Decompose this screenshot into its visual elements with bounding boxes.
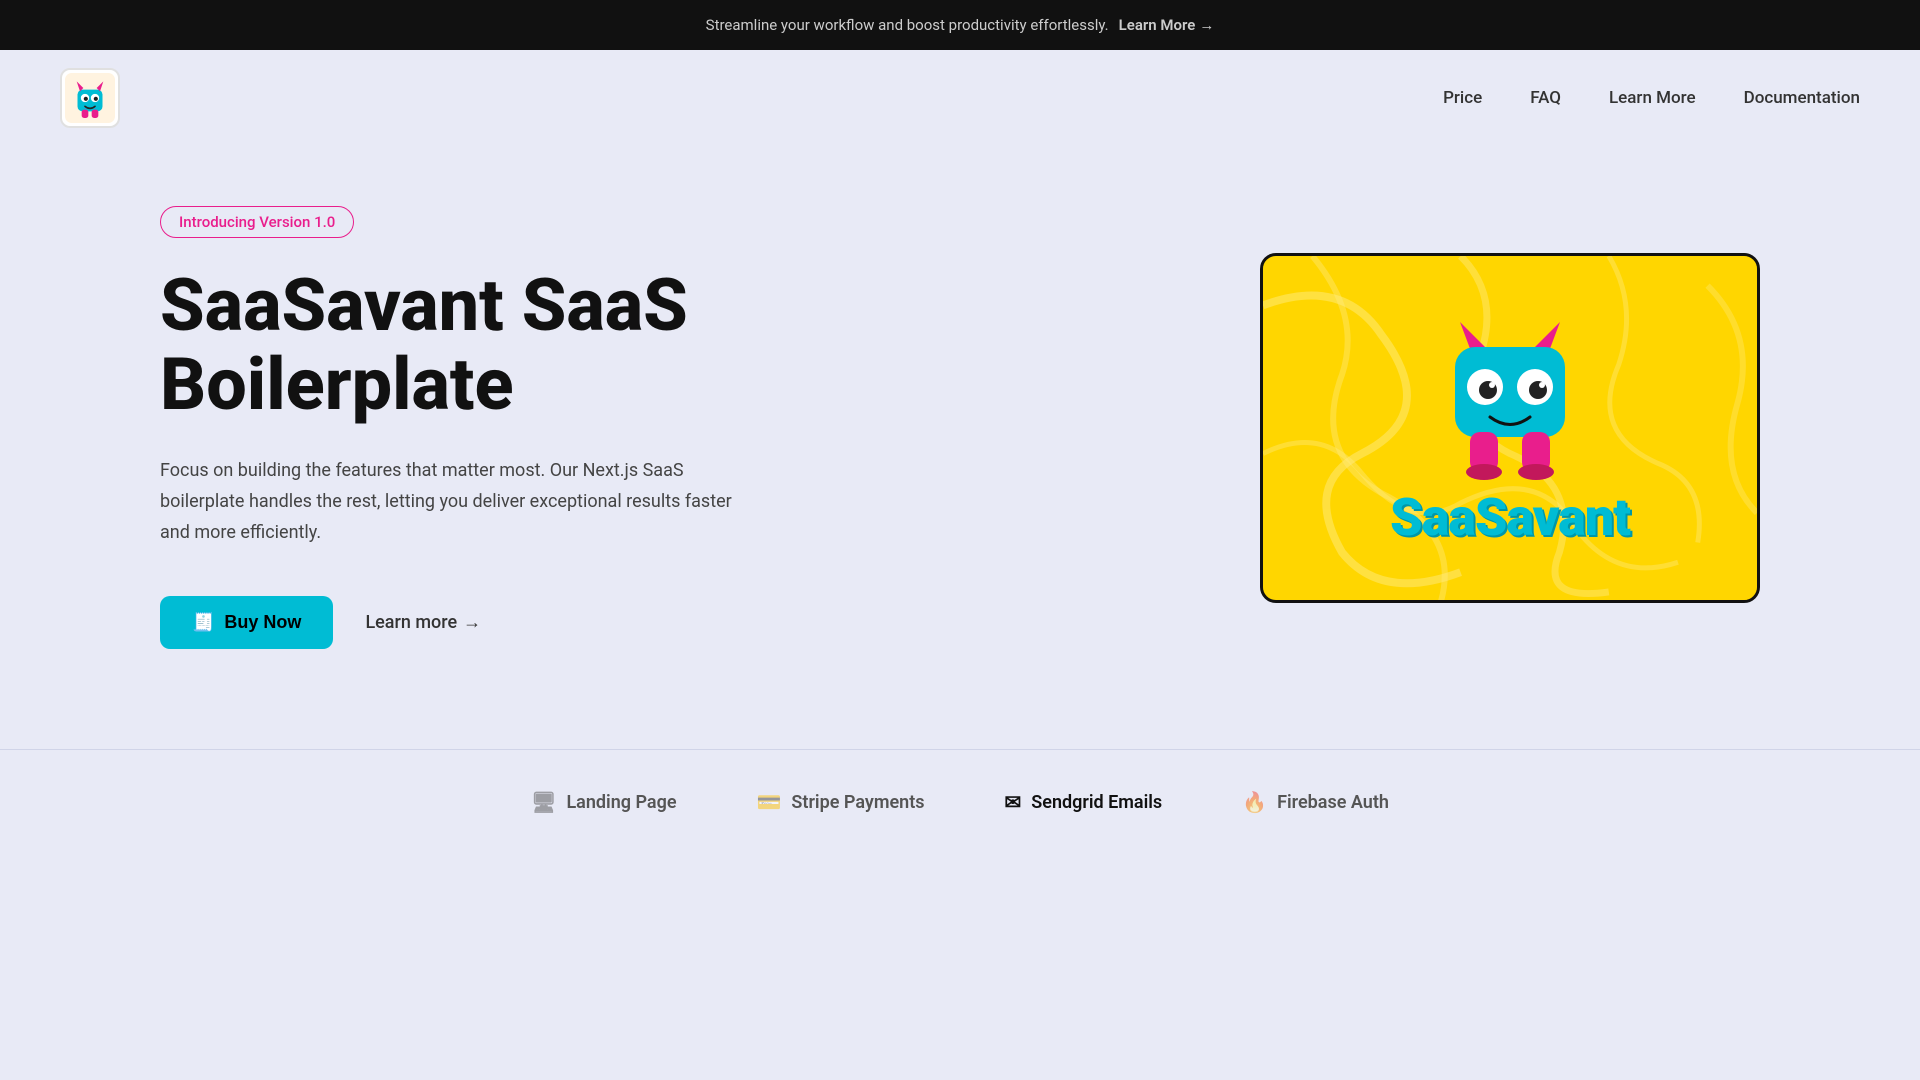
hero-title-line1: SaaSavant SaaS: [160, 263, 688, 348]
learn-label: Learn more: [365, 612, 457, 633]
buy-now-button[interactable]: 🧾 Buy Now: [160, 596, 333, 649]
version-badge: Introducing Version 1.0: [160, 206, 354, 238]
hero-left: Introducing Version 1.0 SaaSavant SaaS B…: [160, 206, 740, 649]
feature-sendgrid-label: Sendgrid Emails: [1031, 792, 1162, 813]
landing-page-icon: 🖥: [531, 790, 556, 814]
feature-landing-label: Landing Page: [566, 792, 676, 813]
learn-more-link[interactable]: Learn more →: [365, 612, 481, 633]
hero-brand-text: SaaSavant: [1390, 487, 1630, 548]
hero-title: SaaSavant SaaS Boilerplate: [160, 266, 740, 424]
nav-faq[interactable]: FAQ: [1530, 88, 1561, 108]
feature-stripe-label: Stripe Payments: [791, 792, 924, 813]
navbar: Price FAQ Learn More Documentation: [0, 50, 1920, 146]
announcement-link-label: Learn More: [1119, 16, 1196, 34]
features-strip: 🖥 Landing Page 💳 Stripe Payments ✉ Sendg…: [0, 749, 1920, 854]
hero-title-line2: Boilerplate: [160, 342, 514, 427]
hero-image-card: SaaSavant: [1260, 253, 1760, 603]
hero-section: Introducing Version 1.0 SaaSavant SaaS B…: [0, 146, 1920, 729]
feature-firebase-label: Firebase Auth: [1277, 792, 1389, 813]
nav-documentation[interactable]: Documentation: [1744, 88, 1860, 108]
learn-arrow: →: [463, 612, 481, 633]
feature-firebase: 🔥 Firebase Auth: [1242, 790, 1389, 814]
nav-price[interactable]: Price: [1443, 88, 1482, 108]
logo-icon: [65, 73, 115, 123]
feature-stripe: 💳 Stripe Payments: [757, 790, 925, 814]
feature-sendgrid: ✉ Sendgrid Emails: [1005, 790, 1163, 814]
monster-svg: [1430, 307, 1590, 487]
firebase-icon: 🔥: [1242, 790, 1267, 814]
buy-label: Buy Now: [224, 612, 301, 633]
hero-actions: 🧾 Buy Now Learn more →: [160, 596, 740, 649]
announcement-arrow: →: [1199, 16, 1214, 34]
announcement-text: Streamline your workflow and boost produ…: [706, 16, 1109, 34]
logo[interactable]: [60, 68, 120, 128]
hero-description: Focus on building the features that matt…: [160, 456, 740, 548]
announcement-link[interactable]: Learn More →: [1119, 16, 1215, 34]
feature-landing-page: 🖥 Landing Page: [531, 790, 676, 814]
nav-links: Price FAQ Learn More Documentation: [1443, 88, 1860, 108]
sendgrid-icon: ✉: [1005, 790, 1022, 814]
stripe-icon: 💳: [757, 790, 782, 814]
hero-monster: SaaSavant: [1390, 307, 1630, 548]
announcement-bar: Streamline your workflow and boost produ…: [0, 0, 1920, 50]
nav-learn-more[interactable]: Learn More: [1609, 88, 1696, 108]
buy-icon: 🧾: [192, 612, 214, 633]
